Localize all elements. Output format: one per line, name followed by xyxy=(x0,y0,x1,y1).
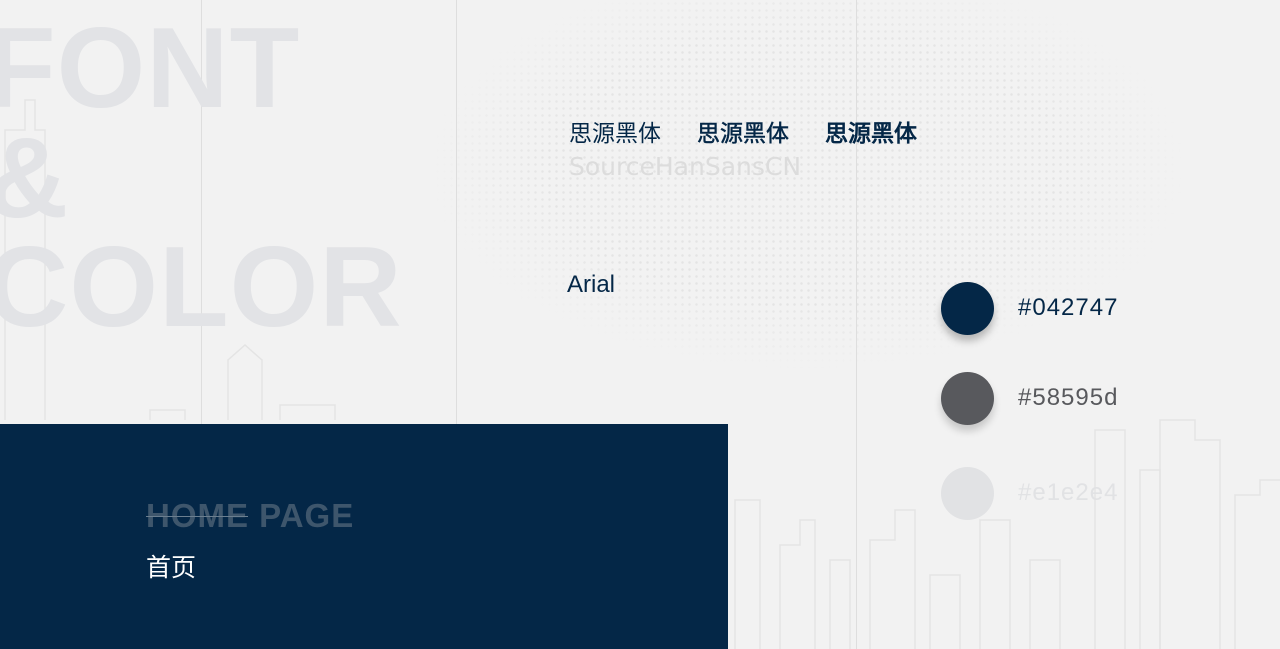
title-strike-line xyxy=(146,516,248,517)
font-sample-medium: 思源黑体 xyxy=(697,121,790,148)
color-swatch-light xyxy=(941,467,994,520)
font-weight-samples: 思源黑体 思源黑体 思源黑体 xyxy=(569,114,917,148)
color-code-light: #e1e2e4 xyxy=(1018,479,1119,506)
color-swatch-primary xyxy=(941,282,994,335)
color-swatch-secondary xyxy=(941,372,994,425)
big-word-font: FONT xyxy=(0,5,301,132)
color-code-secondary: #58595d xyxy=(1018,384,1119,411)
world-map-dots-decoration xyxy=(420,0,1280,420)
home-page-panel: HOME PAGE 首页 xyxy=(0,424,728,649)
font-sample-light: 思源黑体 xyxy=(569,121,661,147)
home-page-title-cn: 首页 xyxy=(146,553,197,582)
divider-line xyxy=(856,0,857,649)
big-word-color: COLOR xyxy=(0,224,403,351)
big-word-ampersand: & xyxy=(0,122,69,236)
color-code-primary: #042747 xyxy=(1018,294,1119,321)
font-family-name: SourceHanSansCN xyxy=(569,152,802,181)
latin-font-sample: Arial xyxy=(567,271,616,298)
font-sample-bold: 思源黑体 xyxy=(825,121,917,147)
